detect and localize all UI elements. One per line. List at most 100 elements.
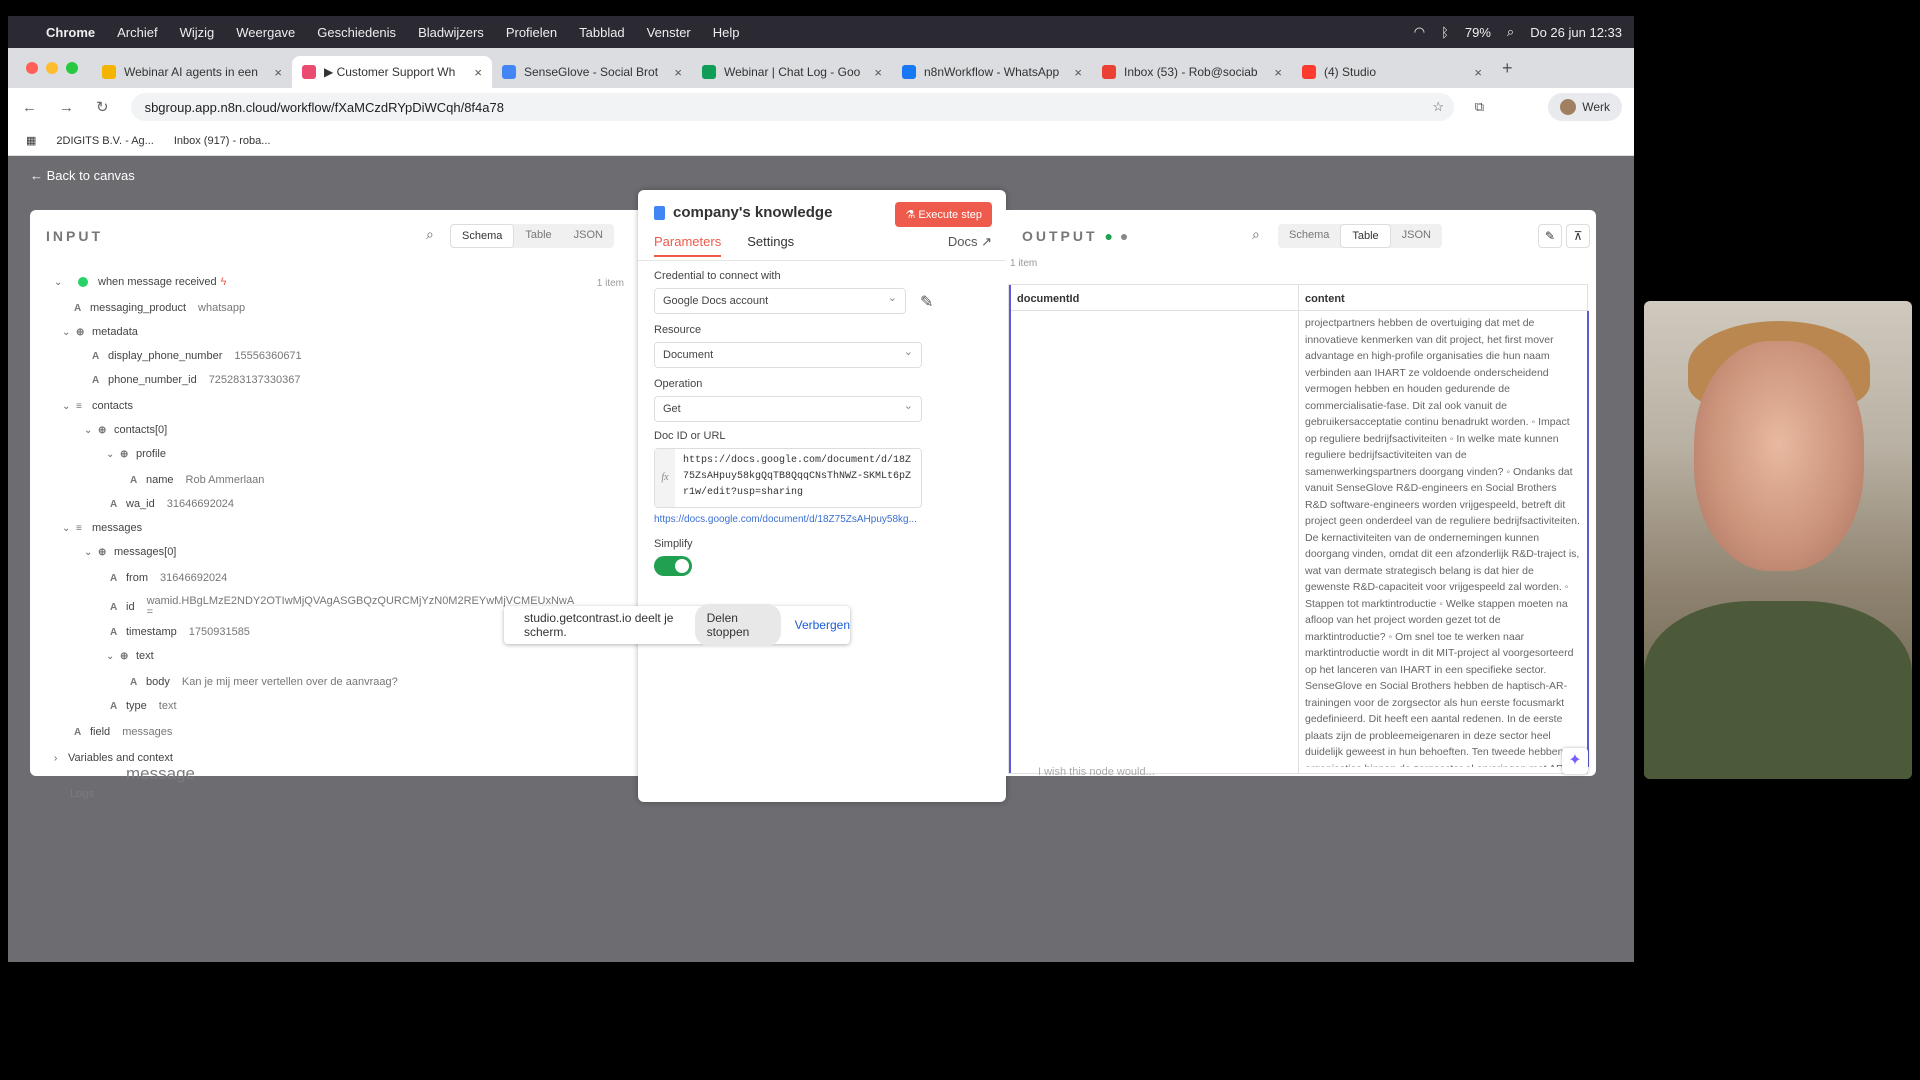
docs-link[interactable]: Docs ↗: [948, 234, 992, 250]
chevron-down-icon[interactable]: ⌄: [106, 449, 120, 460]
menu-item[interactable]: Bladwijzers: [418, 25, 484, 40]
close-tab-icon[interactable]: ×: [474, 65, 482, 80]
tab-title: ▶ Customer Support Wh: [324, 65, 456, 79]
schema-row[interactable]: ⌄ ≡ messages: [62, 522, 154, 534]
content-cell[interactable]: projectpartners hebben de overtuiging da…: [1299, 311, 1589, 767]
chevron-down-icon[interactable]: ⌄: [62, 523, 76, 534]
resource-select[interactable]: Document: [654, 342, 922, 368]
view-json-button[interactable]: JSON: [563, 224, 614, 248]
wifi-icon[interactable]: ◠: [1414, 24, 1425, 40]
profile-button[interactable]: Werk: [1548, 93, 1622, 121]
schema-row[interactable]: ⌄ ≡ contacts: [62, 400, 145, 412]
schema-row[interactable]: Afrom 31646692024: [110, 572, 227, 584]
pencil-icon[interactable]: ✎: [920, 292, 933, 312]
close-tab-icon[interactable]: ×: [274, 65, 282, 80]
bluetooth-icon[interactable]: ᛒ: [1441, 25, 1449, 40]
pin-icon[interactable]: ⊼: [1566, 224, 1590, 248]
close-tab-icon[interactable]: ×: [674, 65, 682, 80]
tab-parameters[interactable]: Parameters: [654, 234, 722, 257]
chevron-down-icon[interactable]: ⌄: [54, 277, 68, 288]
credential-select[interactable]: Google Docs account: [654, 288, 906, 314]
menu-app-name[interactable]: Chrome: [46, 25, 95, 40]
schema-row[interactable]: Atype text: [110, 700, 177, 712]
menubar-clock[interactable]: Do 26 jun 12:33: [1530, 25, 1622, 40]
close-tab-icon[interactable]: ×: [1074, 65, 1082, 80]
close-window-button[interactable]: [26, 62, 38, 74]
chevron-down-icon[interactable]: ⌄: [62, 401, 76, 412]
minimize-window-button[interactable]: [46, 62, 58, 74]
menu-item[interactable]: Wijzig: [180, 25, 215, 40]
view-schema-button[interactable]: Schema: [1278, 224, 1340, 248]
view-schema-button[interactable]: Schema: [450, 224, 515, 248]
node-title-text[interactable]: company's knowledge: [673, 204, 832, 221]
bookmark-item[interactable]: Inbox (917) - roba...: [174, 135, 271, 147]
search-icon[interactable]: ⌕: [1252, 226, 1260, 243]
zoom-window-button[interactable]: [66, 62, 78, 74]
schema-row[interactable]: Adisplay_phone_number 15556360671: [92, 350, 302, 362]
apps-grid-icon[interactable]: ▦: [26, 134, 36, 147]
extensions-icon[interactable]: ⧉: [1475, 99, 1484, 115]
back-to-canvas-link[interactable]: ← Back to canvas: [30, 168, 135, 183]
stop-sharing-button[interactable]: Delen stoppen: [694, 604, 781, 646]
bookmark-star-icon[interactable]: ☆: [1432, 99, 1444, 115]
chevron-right-icon[interactable]: ›: [54, 753, 68, 764]
browser-tab[interactable]: SenseGlove - Social Brot ×: [492, 56, 692, 88]
operation-select[interactable]: Get: [654, 396, 922, 422]
menu-item[interactable]: Tabblad: [579, 25, 625, 40]
close-tab-icon[interactable]: ×: [1474, 65, 1482, 80]
view-json-button[interactable]: JSON: [1391, 224, 1442, 248]
chevron-down-icon[interactable]: ⌄: [84, 547, 98, 558]
bookmark-item[interactable]: 2DIGITS B.V. - Ag...: [56, 135, 153, 147]
chevron-down-icon[interactable]: ⌄: [62, 327, 76, 338]
info-icon[interactable]: ●: [1120, 228, 1128, 244]
chevron-down-icon[interactable]: ⌄: [84, 425, 98, 436]
hide-share-bar-link[interactable]: Verbergen: [795, 618, 850, 632]
schema-row[interactable]: Amessaging_product whatsapp: [74, 302, 245, 314]
schema-row[interactable]: ⌄ ⊕ profile: [106, 448, 178, 460]
browser-tab[interactable]: Webinar AI agents in een ×: [92, 56, 292, 88]
browser-tab[interactable]: n8nWorkflow - WhatsApp ×: [892, 56, 1092, 88]
docid-resolved-link[interactable]: https://docs.google.com/document/d/18Z75…: [654, 514, 924, 525]
menu-item[interactable]: Geschiedenis: [317, 25, 396, 40]
search-icon[interactable]: ⌕: [1507, 24, 1514, 40]
menu-item[interactable]: Help: [713, 25, 740, 40]
schema-row[interactable]: ⌄ ⊕ contacts[0]: [84, 424, 179, 436]
menu-item[interactable]: Archief: [117, 25, 157, 40]
chevron-down-icon[interactable]: ⌄: [106, 651, 120, 662]
schema-row[interactable]: Atimestamp 1750931585: [110, 626, 250, 638]
menu-item[interactable]: Weergave: [236, 25, 295, 40]
view-table-button[interactable]: Table: [514, 224, 562, 248]
forward-arrow-icon[interactable]: →: [59, 99, 74, 116]
view-table-button[interactable]: Table: [1340, 224, 1391, 248]
search-icon[interactable]: ⌕: [426, 226, 434, 243]
address-bar[interactable]: sbgroup.app.n8n.cloud/workflow/fXaMCzdRY…: [130, 93, 1454, 121]
schema-row[interactable]: ⌄ ⊕ messages[0]: [84, 546, 188, 558]
schema-row[interactable]: ⌄ ⊕ text: [106, 650, 166, 662]
trigger-node-row[interactable]: ⌄ when message received ϟ: [54, 276, 226, 288]
browser-tab[interactable]: ▶ Customer Support Wh ×: [292, 56, 492, 88]
close-tab-icon[interactable]: ×: [1274, 65, 1282, 80]
browser-tab[interactable]: Inbox (53) - Rob@sociab ×: [1092, 56, 1292, 88]
variables-context-row[interactable]: › Variables and context: [54, 752, 173, 764]
simplify-toggle[interactable]: [654, 556, 692, 576]
browser-tab[interactable]: Webinar | Chat Log - Goo ×: [692, 56, 892, 88]
docid-expression-input[interactable]: fx https://docs.google.com/document/d/18…: [654, 448, 922, 508]
edit-output-icon[interactable]: ✎: [1538, 224, 1562, 248]
menu-item[interactable]: Venster: [647, 25, 691, 40]
back-arrow-icon[interactable]: ←: [22, 99, 37, 116]
ai-sparkle-icon[interactable]: ✦: [1562, 748, 1588, 774]
battery-level[interactable]: 79%: [1465, 25, 1491, 40]
tab-settings[interactable]: Settings: [747, 234, 794, 257]
schema-row[interactable]: ⌄ ⊕ metadata: [62, 326, 150, 338]
execute-step-button[interactable]: ⚗ Execute step: [895, 202, 992, 227]
schema-row[interactable]: Abody Kan je mij meer vertellen over de a…: [130, 676, 398, 688]
browser-tab[interactable]: (4) Studio ×: [1292, 56, 1492, 88]
menu-item[interactable]: Profielen: [506, 25, 557, 40]
new-tab-icon[interactable]: +: [1502, 58, 1513, 79]
schema-row[interactable]: Aname Rob Ammerlaan: [130, 474, 264, 486]
schema-row[interactable]: Afield messages: [74, 726, 172, 738]
schema-row[interactable]: Awa_id 31646692024: [110, 498, 234, 510]
schema-row[interactable]: Aphone_number_id 725283137330367: [92, 374, 300, 386]
reload-icon[interactable]: ↻: [96, 98, 109, 116]
close-tab-icon[interactable]: ×: [874, 65, 882, 80]
